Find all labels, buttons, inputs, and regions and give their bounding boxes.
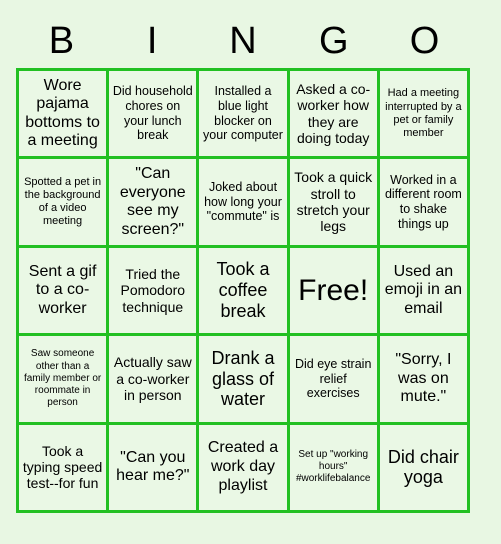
bingo-cell-text: Joked about how long your "commute" is bbox=[204, 179, 282, 224]
bingo-cell-r1-c2[interactable]: Did household chores on your lunch break bbox=[109, 71, 197, 157]
bingo-cell-r2-c3[interactable]: Joked about how long your "commute" is bbox=[199, 159, 287, 245]
bingo-cell-r3-c3[interactable]: Took a coffee break bbox=[199, 247, 287, 334]
bingo-cell-text: Drank a glass of water bbox=[211, 347, 275, 410]
bingo-header-letter-g: G bbox=[319, 20, 349, 62]
bingo-cell-r4-c4[interactable]: Did eye strain relief exercises bbox=[289, 336, 377, 422]
bingo-cell-text: Wore pajama bottoms to a meeting bbox=[25, 76, 100, 150]
bingo-cell-text: Worked in a different room to shake thin… bbox=[384, 172, 462, 231]
bingo-cell-text: Took a coffee break bbox=[216, 259, 270, 321]
bingo-cell-r2-c5[interactable]: Worked in a different room to shake thin… bbox=[379, 159, 467, 245]
bingo-header-letter-o: O bbox=[409, 20, 440, 62]
bingo-cell-text: Spotted a pet in the background of a vid… bbox=[24, 175, 102, 228]
bingo-cell-r1-c1[interactable]: Wore pajama bottoms to a meeting bbox=[19, 71, 107, 157]
bingo-cell-text: Tried the Pomodoro technique bbox=[120, 265, 186, 315]
bingo-cell-r4-c1[interactable]: Saw someone other than a family member o… bbox=[19, 336, 107, 422]
bingo-cell-text: Installed a blue light blocker on your c… bbox=[203, 84, 283, 143]
bingo-cell-r1-c3[interactable]: Installed a blue light blocker on your c… bbox=[199, 71, 287, 157]
bingo-cell-text: Free! bbox=[298, 273, 369, 307]
bingo-cell-r5-c5[interactable]: Did chair yoga bbox=[379, 424, 467, 510]
bingo-cell-text: Did eye strain relief exercises bbox=[294, 356, 372, 401]
bingo-cell-text: Had a meeting interrupted by a pet or fa… bbox=[385, 87, 462, 139]
bingo-header-row: B I N G O bbox=[16, 14, 470, 68]
bingo-cell-text: Did household chores on your lunch break bbox=[112, 84, 193, 143]
bingo-header-letter-n: N bbox=[229, 20, 257, 62]
bingo-cell-r2-c1[interactable]: Spotted a pet in the background of a vid… bbox=[19, 159, 107, 245]
bingo-cell-r5-c4[interactable]: Set up "working hours" #worklifebalance bbox=[289, 424, 377, 510]
bingo-cell-text: Saw someone other than a family member o… bbox=[23, 348, 102, 409]
bingo-cell-text: Took a quick stroll to stretch your legs bbox=[294, 169, 373, 235]
bingo-card: B I N G O Wore pajama bottoms to a meeti… bbox=[0, 0, 501, 544]
bingo-cell-r3-c5[interactable]: Used an emoji in an email bbox=[379, 247, 467, 334]
bingo-cell-text: Actually saw a co-worker in person bbox=[113, 354, 192, 404]
bingo-cell-r3-c1[interactable]: Sent a gif to a co-worker bbox=[19, 247, 107, 334]
bingo-cell-r4-c3[interactable]: Drank a glass of water bbox=[199, 336, 287, 422]
bingo-cell-text: "Sorry, I was on mute." bbox=[395, 351, 452, 406]
bingo-cell-text: "Can you hear me?" bbox=[116, 448, 190, 485]
bingo-cell-r2-c4[interactable]: Took a quick stroll to stretch your legs bbox=[289, 159, 377, 245]
bingo-cell-r3-c2[interactable]: Tried the Pomodoro technique bbox=[109, 247, 197, 334]
bingo-grid: Wore pajama bottoms to a meeting Did hous… bbox=[16, 68, 470, 513]
bingo-cell-r4-c2[interactable]: Actually saw a co-worker in person bbox=[109, 336, 197, 422]
bingo-cell-text: Did chair yoga bbox=[387, 446, 459, 488]
bingo-cell-r1-c4[interactable]: Asked a co-worker how they are doing tod… bbox=[289, 71, 377, 157]
bingo-cell-text: "Can everyone see my screen?" bbox=[119, 165, 186, 238]
bingo-cell-r1-c5[interactable]: Had a meeting interrupted by a pet or fa… bbox=[379, 71, 467, 157]
bingo-cell-r5-c2[interactable]: "Can you hear me?" bbox=[109, 424, 197, 510]
bingo-cell-text: Set up "working hours" #worklifebalance bbox=[295, 449, 371, 485]
bingo-cell-text: Asked a co-worker how they are doing tod… bbox=[296, 80, 371, 147]
bingo-cell-r2-c2[interactable]: "Can everyone see my screen?" bbox=[109, 159, 197, 245]
bingo-header-letter-b: B bbox=[48, 20, 75, 62]
bingo-cell-text: Sent a gif to a co-worker bbox=[28, 262, 97, 317]
bingo-cell-text: Took a typing speed test--for fun bbox=[22, 442, 103, 492]
bingo-cell-r5-c1[interactable]: Took a typing speed test--for fun bbox=[19, 424, 107, 510]
bingo-cell-r5-c3[interactable]: Created a work day playlist bbox=[199, 424, 287, 510]
bingo-header-letter-i: I bbox=[146, 20, 158, 62]
bingo-cell-text: Created a work day playlist bbox=[207, 439, 279, 494]
bingo-cell-text: Used an emoji in an email bbox=[384, 262, 463, 317]
bingo-cell-free-space[interactable]: Free! bbox=[289, 247, 377, 334]
bingo-cell-r4-c5[interactable]: "Sorry, I was on mute." bbox=[379, 336, 467, 422]
